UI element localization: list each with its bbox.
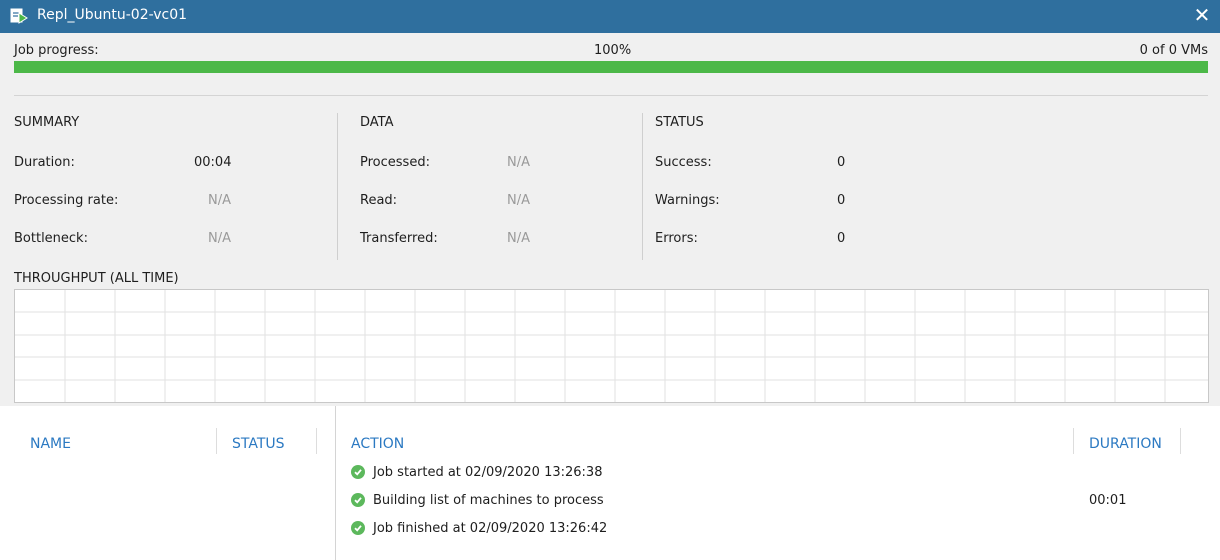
vms-count: 0 of 0 VMs — [1139, 43, 1208, 58]
duration-label: Duration: — [14, 155, 75, 170]
column-divider — [642, 113, 643, 260]
errors-value: 0 — [837, 231, 846, 246]
job-play-icon — [10, 8, 28, 24]
progress-bar-fill — [14, 61, 1208, 73]
success-check-icon — [351, 493, 365, 507]
title-bar: Repl_Ubuntu-02-vc01 ✕ — [0, 0, 1220, 33]
window-title: Repl_Ubuntu-02-vc01 — [37, 7, 188, 23]
status-heading: STATUS — [655, 115, 704, 130]
summary-heading: SUMMARY — [14, 115, 80, 130]
processed-label: Processed: — [360, 155, 430, 170]
column-separator — [216, 428, 217, 454]
transferred-label: Transferred: — [360, 231, 438, 246]
warnings-label: Warnings: — [655, 193, 720, 208]
column-divider — [337, 113, 338, 260]
read-label: Read: — [360, 193, 398, 208]
errors-label: Errors: — [655, 231, 698, 246]
log-pane: NAME STATUS ACTION DURATION Job started … — [0, 406, 1220, 560]
log-row: Job started at 02/09/2020 13:26:38 — [351, 462, 602, 482]
throughput-grid — [15, 290, 1208, 402]
processing-rate-value: N/A — [208, 193, 231, 208]
action-column-header[interactable]: ACTION — [351, 436, 404, 452]
column-separator — [1073, 428, 1074, 454]
status-column-header[interactable]: STATUS — [232, 436, 285, 452]
log-row: Job finished at 02/09/2020 13:26:42 — [351, 518, 607, 538]
bottleneck-value: N/A — [208, 231, 231, 246]
processed-value: N/A — [507, 155, 530, 170]
bottleneck-label: Bottleneck: — [14, 231, 88, 246]
success-value: 0 — [837, 155, 846, 170]
duration-value: 00:04 — [194, 155, 232, 170]
throughput-heading: THROUGHPUT (ALL TIME) — [14, 271, 179, 286]
data-heading: DATA — [360, 115, 394, 130]
log-row: Building list of machines to process — [351, 490, 604, 510]
job-progress-label: Job progress: — [14, 43, 99, 58]
name-column-header[interactable]: NAME — [30, 436, 71, 452]
log-action-text: Job finished at 02/09/2020 13:26:42 — [373, 520, 608, 536]
success-check-icon — [351, 521, 365, 535]
read-value: N/A — [507, 193, 530, 208]
close-button[interactable]: ✕ — [1192, 4, 1212, 26]
duration-column-header[interactable]: DURATION — [1089, 436, 1162, 452]
progress-percent: 100% — [594, 43, 632, 58]
success-check-icon — [351, 465, 365, 479]
throughput-graph — [14, 289, 1209, 403]
transferred-value: N/A — [507, 231, 530, 246]
log-action-text: Building list of machines to process — [373, 492, 604, 508]
success-label: Success: — [655, 155, 712, 170]
close-icon: ✕ — [1193, 3, 1211, 27]
warnings-value: 0 — [837, 193, 846, 208]
divider — [14, 95, 1208, 96]
pane-divider — [335, 406, 336, 560]
progress-bar — [14, 61, 1208, 73]
column-separator — [316, 428, 317, 454]
log-action-text: Job started at 02/09/2020 13:26:38 — [373, 464, 603, 480]
processing-rate-label: Processing rate: — [14, 193, 119, 208]
log-duration: 00:01 — [1089, 493, 1127, 508]
column-separator — [1180, 428, 1181, 454]
